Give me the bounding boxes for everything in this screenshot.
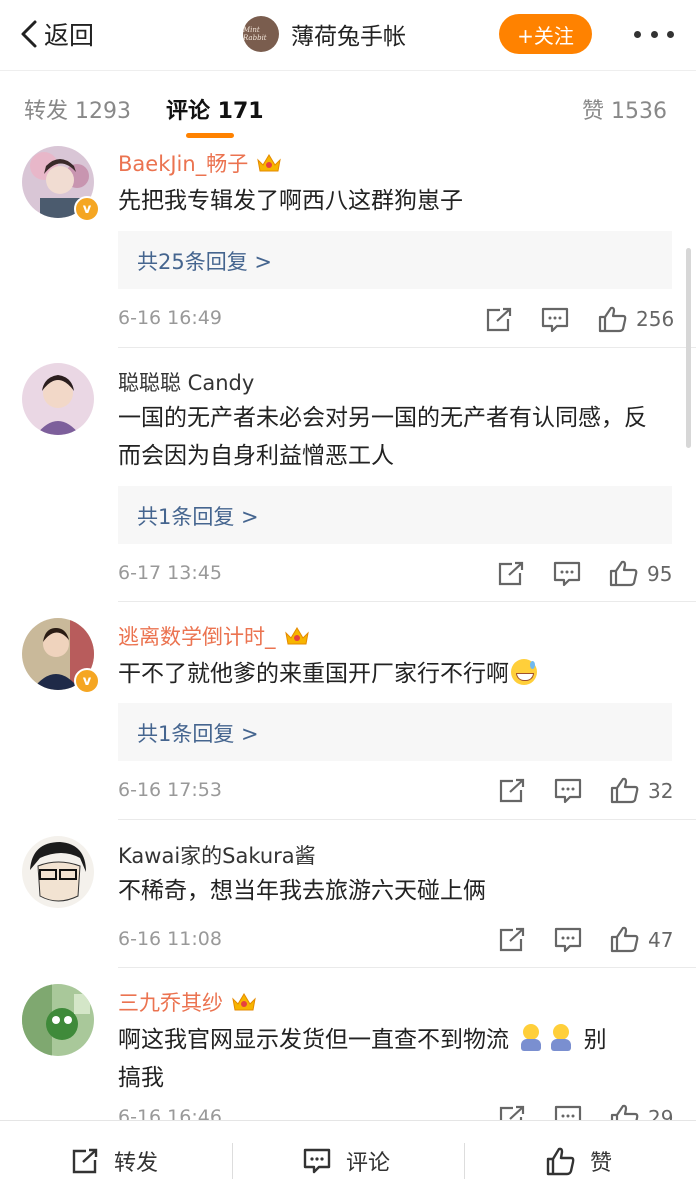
replies-count: 共1条回复 >: [137, 505, 259, 529]
share-icon[interactable]: [497, 777, 527, 805]
vip-crown-icon: [284, 627, 309, 645]
replies-count: 共1条回复 >: [137, 722, 259, 746]
follow-button[interactable]: +关注: [499, 14, 592, 54]
account-name[interactable]: 薄荷兔手帐: [291, 17, 406, 51]
reply-icon[interactable]: [553, 777, 583, 805]
comment-button[interactable]: 评论: [302, 1145, 390, 1177]
comment-text: 啊这我官网显示发货但一直查不到物流 别 搞我: [118, 1021, 658, 1097]
like-button[interactable]: 赞: [546, 1145, 612, 1177]
tab-comments[interactable]: 评论 171: [166, 93, 264, 125]
comment-text: 一国的无产者未必会对另一国的无产者有认同感，反而会因为自身利益憎恶工人: [118, 405, 647, 469]
commenter-avatar[interactable]: [22, 836, 94, 908]
commenter-name-text: Kawai家的Sakura酱: [118, 844, 316, 868]
comment-text-content: 别: [583, 1027, 607, 1053]
commenter-name-text: 逃离数学倒计时_: [118, 625, 276, 649]
chevron-left-icon: [21, 20, 37, 48]
bottom-action-bar: 转发 评论 赞: [0, 1120, 696, 1201]
comment-text: 先把我专辑发了啊西八这群狗崽子: [118, 188, 463, 214]
commenter-avatar[interactable]: [22, 363, 94, 435]
top-bar: 返回 Mint Rabbit 薄荷兔手帐 +关注: [0, 0, 696, 70]
divider: [118, 347, 696, 348]
commenter-avatar[interactable]: [22, 984, 94, 1056]
like-label: 赞: [590, 1151, 613, 1176]
divider: [118, 967, 696, 968]
active-tab-indicator: [186, 133, 234, 138]
comment-text: 干不了就他爹的来重国开厂家行不行啊: [118, 655, 658, 693]
comment-label: 评论: [346, 1151, 391, 1176]
back-button[interactable]: 返回: [18, 14, 94, 54]
commenter-name[interactable]: Kawai家的Sakura酱: [118, 840, 316, 870]
tab-repost[interactable]: 转发 1293: [24, 93, 131, 125]
more-options-icon[interactable]: [634, 24, 674, 44]
verified-badge-icon: v: [74, 668, 100, 694]
commenter-name[interactable]: 三九乔其纱: [118, 987, 257, 1017]
commenter-name-text: BaekJin_畅子: [118, 152, 249, 176]
verified-badge-icon: v: [74, 196, 100, 222]
replies-link[interactable]: 共25条回复 >: [118, 231, 672, 289]
commenter-name[interactable]: 逃离数学倒计时_: [118, 621, 310, 651]
like-count: 47: [648, 928, 674, 952]
like-count: 256: [636, 307, 675, 331]
comment-time: 6-16 17:53: [118, 779, 222, 801]
comment-text-content: 搞我: [118, 1065, 164, 1091]
commenter-name[interactable]: 聪聪聪 Candy: [118, 367, 254, 397]
account-avatar[interactable]: Mint Rabbit: [243, 16, 279, 52]
comment-text-content: 干不了就他爹的来重国开厂家行不行啊: [118, 661, 509, 687]
replies-link[interactable]: 共1条回复 >: [118, 703, 672, 761]
share-icon[interactable]: [484, 306, 514, 334]
account-header[interactable]: Mint Rabbit 薄荷兔手帐: [243, 14, 406, 54]
commenter-name-text: 三九乔其纱: [118, 991, 223, 1015]
back-label: 返回: [44, 21, 95, 50]
repost-button[interactable]: 转发: [70, 1145, 158, 1177]
share-icon[interactable]: [496, 560, 526, 588]
vip-crown-icon: [232, 993, 256, 1011]
like-icon[interactable]: [610, 925, 640, 953]
commenter-name-text: 聪聪聪 Candy: [118, 371, 255, 395]
share-icon[interactable]: [497, 926, 527, 954]
like-count: 95: [647, 562, 673, 586]
sweat-smile-emoji-icon: [511, 659, 537, 685]
shrug-emoji-icon: [518, 1024, 544, 1052]
like-icon[interactable]: [598, 305, 628, 333]
like-icon[interactable]: [610, 776, 640, 804]
divider: [118, 601, 696, 602]
comment-icon: [303, 1148, 331, 1174]
reply-icon[interactable]: [552, 560, 582, 588]
vip-crown-icon: [257, 154, 281, 172]
reply-icon[interactable]: [553, 926, 583, 954]
divider: [232, 1143, 233, 1179]
repost-label: 转发: [114, 1151, 159, 1176]
comment-time: 6-16 11:08: [118, 928, 222, 950]
shrug-emoji-icon: [548, 1024, 574, 1052]
comment-time: 6-16 16:49: [118, 307, 222, 329]
share-icon: [72, 1148, 98, 1174]
commenter-name[interactable]: BaekJin_畅子: [118, 148, 282, 178]
divider: [464, 1143, 465, 1179]
detail-tabs: 转发 1293 评论 171 赞 1536: [0, 70, 696, 143]
tab-likes[interactable]: 赞 1536: [582, 93, 667, 125]
divider: [118, 819, 696, 820]
replies-count: 共25条回复 >: [137, 250, 272, 274]
like-count: 32: [648, 779, 674, 803]
scrollbar[interactable]: [686, 248, 691, 448]
reply-icon[interactable]: [540, 306, 570, 334]
comment-text-content: 啊这我官网显示发货但一直查不到物流: [118, 1027, 509, 1053]
comment-time: 6-17 13:45: [118, 562, 222, 584]
like-icon: [546, 1147, 575, 1176]
comment-text: 不稀奇，想当年我去旅游六天碰上俩: [118, 878, 486, 904]
replies-link[interactable]: 共1条回复 >: [118, 486, 672, 544]
like-icon[interactable]: [609, 559, 639, 587]
